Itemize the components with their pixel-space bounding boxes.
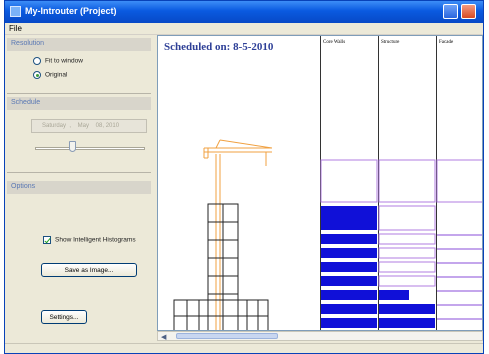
fit-to-window-label: Fit to window bbox=[45, 57, 83, 65]
scrollbar-thumb[interactable] bbox=[176, 333, 278, 339]
scroll-left-arrow-icon[interactable]: ◀ bbox=[161, 333, 166, 341]
window-title: My-Introuter (Project) bbox=[25, 6, 117, 16]
restore-button[interactable] bbox=[443, 4, 458, 19]
original-label: Original bbox=[45, 71, 68, 79]
schedule-date-field[interactable]: Saturday , May 08, 2010 bbox=[31, 119, 147, 133]
save-as-image-button[interactable]: Save as Image... bbox=[41, 263, 137, 277]
app-icon bbox=[10, 6, 21, 17]
schedule-view: Scheduled on: 8-5-2010 Core Walls Struct… bbox=[157, 35, 483, 331]
show-histograms-checkbox[interactable]: Show Intelligent Histograms bbox=[43, 236, 136, 244]
title-bar[interactable]: My-Introuter (Project) bbox=[5, 1, 483, 23]
app-window: My-Introuter (Project) File Resolution F… bbox=[4, 0, 484, 354]
checkmark-icon bbox=[43, 236, 51, 244]
show-histograms-label: Show Intelligent Histograms bbox=[55, 236, 136, 244]
resolution-group: Resolution bbox=[7, 38, 151, 94]
original-radio[interactable]: Original bbox=[33, 71, 67, 79]
horizontal-scrollbar[interactable]: ◀ bbox=[157, 331, 483, 341]
options-heading: Options bbox=[7, 181, 151, 194]
menu-bar: File bbox=[5, 23, 483, 35]
schedule-slider-thumb[interactable] bbox=[69, 141, 76, 152]
status-bar bbox=[5, 343, 483, 353]
menu-file[interactable]: File bbox=[9, 24, 22, 33]
histogram-panel bbox=[320, 159, 482, 328]
structure-filled-bars bbox=[379, 290, 435, 328]
left-panel: Resolution Fit to window Original Schedu… bbox=[5, 35, 155, 341]
scaffold-structure bbox=[173, 203, 269, 330]
radio-circle-icon bbox=[33, 57, 41, 65]
schedule-group: Schedule bbox=[7, 97, 151, 173]
structure-bars bbox=[378, 205, 436, 287]
resolution-heading: Resolution bbox=[7, 38, 151, 51]
core-walls-bars bbox=[321, 206, 377, 328]
settings-button[interactable]: Settings... bbox=[41, 310, 87, 324]
schedule-heading: Schedule bbox=[7, 97, 151, 110]
facade-bars bbox=[437, 234, 482, 320]
fit-to-window-radio[interactable]: Fit to window bbox=[33, 57, 83, 65]
histogram-boxes bbox=[320, 159, 482, 203]
radio-selected-icon bbox=[33, 71, 41, 79]
close-button[interactable] bbox=[461, 4, 476, 19]
schedule-slider-track[interactable] bbox=[35, 147, 145, 150]
